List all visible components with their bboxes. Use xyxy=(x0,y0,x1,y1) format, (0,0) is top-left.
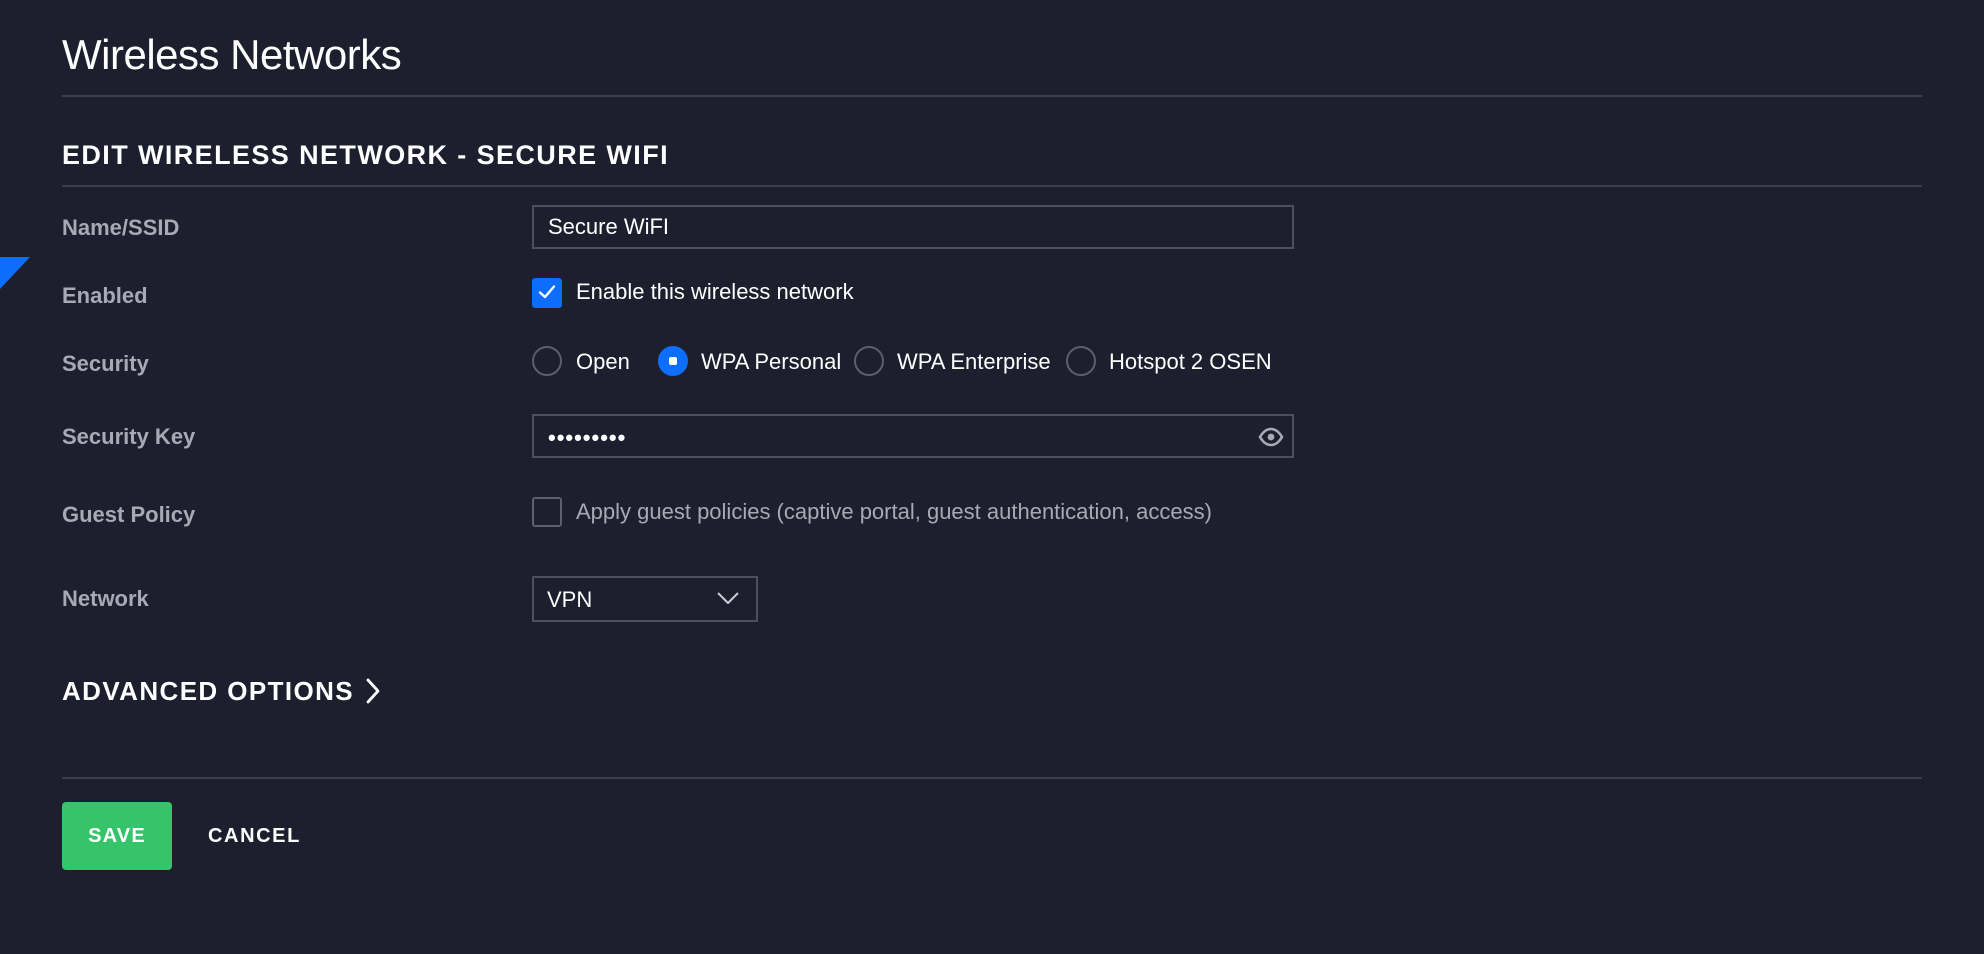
edge-marker-indicator xyxy=(0,257,30,289)
name-ssid-input[interactable] xyxy=(532,205,1294,249)
security-key-label: Security Key xyxy=(62,424,196,449)
enabled-checkbox[interactable] xyxy=(532,278,562,308)
guest-policy-label: Guest Policy xyxy=(62,502,196,527)
chevron-right-icon xyxy=(366,678,380,704)
security-open-radio[interactable] xyxy=(532,346,562,376)
eye-icon[interactable] xyxy=(1258,424,1284,450)
enabled-option-label[interactable]: Enable this wireless network xyxy=(576,278,854,306)
footer-divider xyxy=(62,777,1922,779)
guest-policy-option-label[interactable]: Apply guest policies (captive portal, gu… xyxy=(576,498,1212,526)
wireless-network-editor: Wireless Networks EDIT WIRELESS NETWORK … xyxy=(62,0,1922,954)
security-label: Security xyxy=(62,351,149,376)
security-open-label[interactable]: Open xyxy=(576,348,630,376)
security-wpa-enterprise-radio[interactable] xyxy=(854,346,884,376)
check-icon xyxy=(538,285,556,299)
advanced-options-label: ADVANCED OPTIONS xyxy=(62,676,355,706)
security-wpa-personal-label[interactable]: WPA Personal xyxy=(701,348,841,376)
name-ssid-label: Name/SSID xyxy=(62,215,180,240)
cancel-button[interactable]: CANCEL xyxy=(192,802,317,870)
save-button[interactable]: SAVE xyxy=(62,802,172,870)
enabled-label: Enabled xyxy=(62,283,148,308)
security-key-input[interactable] xyxy=(532,414,1294,458)
network-label: Network xyxy=(62,586,149,611)
security-wpa-enterprise-label[interactable]: WPA Enterprise xyxy=(897,348,1051,376)
advanced-options-toggle[interactable]: ADVANCED OPTIONS xyxy=(62,674,382,710)
network-select[interactable]: VPN xyxy=(532,576,758,622)
section-divider xyxy=(62,185,1922,187)
network-select-value: VPN xyxy=(547,587,593,612)
chevron-down-icon xyxy=(717,592,739,604)
title-divider xyxy=(62,95,1922,97)
security-hotspot-osen-label[interactable]: Hotspot 2 OSEN xyxy=(1109,348,1272,376)
guest-policy-checkbox[interactable] xyxy=(532,497,562,527)
security-hotspot-osen-radio[interactable] xyxy=(1066,346,1096,376)
radio-selected-dot xyxy=(669,357,677,365)
security-key-value: ••••••••• xyxy=(548,425,627,450)
security-wpa-personal-radio[interactable] xyxy=(658,346,688,376)
section-title: EDIT WIRELESS NETWORK - SECURE WIFI xyxy=(62,140,669,170)
page-title: Wireless Networks xyxy=(62,31,402,78)
